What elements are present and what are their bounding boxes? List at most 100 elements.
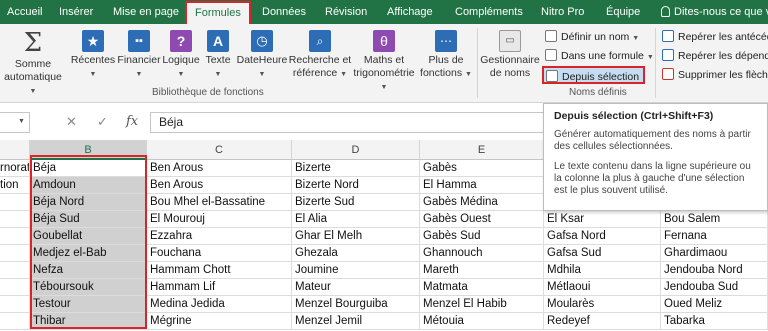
trace-dependents-button[interactable]: Repérer les dépenda xyxy=(662,47,768,65)
grid-cell[interactable]: Menzel El Habib xyxy=(420,296,544,313)
grid-cell[interactable]: Goubellat xyxy=(30,228,147,245)
grid-cell[interactable]: Thibar xyxy=(30,313,147,330)
grid-cell[interactable]: Nefza xyxy=(30,262,147,279)
grid-cell[interactable] xyxy=(0,313,30,330)
tab-complements[interactable]: Compléments xyxy=(455,0,523,24)
grid-cell[interactable]: Ghezala xyxy=(292,245,420,262)
grid-cell[interactable]: Téboursouk xyxy=(30,279,147,296)
tab-donnees[interactable]: Données xyxy=(262,0,306,24)
grid-cell[interactable]: Gabès Sud xyxy=(420,228,544,245)
logical-functions-button[interactable]: ? Logique ▼ xyxy=(160,30,202,81)
grid-cell[interactable]: Métlaoui xyxy=(544,279,661,296)
column-header-a[interactable] xyxy=(0,140,30,160)
grid-cell[interactable]: Hammam Chott xyxy=(147,262,292,279)
more-functions-button[interactable]: ⋯ Plus de fonctions ▼ xyxy=(420,30,472,81)
grid-cell[interactable]: Bizerte Nord xyxy=(292,177,420,194)
grid-cell[interactable]: Tabarka xyxy=(661,313,768,330)
column-header-c[interactable]: C xyxy=(147,140,292,160)
grid-cell[interactable]: Gafsa Nord xyxy=(544,228,661,245)
grid-cell[interactable]: Bizerte Sud xyxy=(292,194,420,211)
grid-cell[interactable]: Ghannouch xyxy=(420,245,544,262)
grid-cell[interactable] xyxy=(0,262,30,279)
name-box[interactable] xyxy=(0,112,30,133)
cancel-icon[interactable]: ✕ xyxy=(66,114,77,130)
grid-cell[interactable]: Béja Nord xyxy=(30,194,147,211)
grid-cell[interactable]: Béja Sud xyxy=(30,211,147,228)
grid-cell[interactable]: Bou Salem xyxy=(661,211,768,228)
grid-cell[interactable]: Mégrine xyxy=(147,313,292,330)
grid-cell[interactable]: Bou Mhel el-Bassatine xyxy=(147,194,292,211)
grid-cell[interactable]: Fernana xyxy=(661,228,768,245)
grid-cell[interactable]: Oued Meliz xyxy=(661,296,768,313)
tab-formules[interactable]: Formules xyxy=(185,1,251,26)
grid-cell[interactable]: Matmata xyxy=(420,279,544,296)
tab-mise-en-page[interactable]: Mise en page xyxy=(113,0,179,24)
grid-cell[interactable]: Hammam Lif xyxy=(147,279,292,296)
grid-cell[interactable]: Menzel Bourguiba xyxy=(292,296,420,313)
grid-cell[interactable]: Redeyef xyxy=(544,313,661,330)
grid-cell[interactable]: Joumine xyxy=(292,262,420,279)
tab-inserer[interactable]: Insérer xyxy=(59,0,93,24)
trace-precedents-button[interactable]: Repérer les antécéd xyxy=(662,28,768,46)
tab-accueil[interactable]: Accueil xyxy=(7,0,42,24)
column-header-e[interactable]: E xyxy=(420,140,544,160)
grid-cell[interactable]: El Hamma xyxy=(420,177,544,194)
grid-cell[interactable]: Ghar El Melh xyxy=(292,228,420,245)
grid-cell[interactable]: Mareth xyxy=(420,262,544,279)
grid-cell[interactable] xyxy=(0,279,30,296)
financial-functions-button[interactable]: ▪▪ Financier ▼ xyxy=(114,30,164,81)
grid-cell[interactable]: Gafsa Sud xyxy=(544,245,661,262)
create-from-selection-button[interactable]: Depuis sélection xyxy=(542,66,646,84)
grid-cell[interactable]: Gabès Ouest xyxy=(420,211,544,228)
grid-cell[interactable]: Fouchana xyxy=(147,245,292,262)
grid-cell[interactable]: Ghardimaou xyxy=(661,245,768,262)
grid-cell[interactable]: El Mourouj xyxy=(147,211,292,228)
tell-me-box[interactable]: Dites-nous ce que vo xyxy=(661,0,768,24)
grid-cell[interactable]: Mdhila xyxy=(544,262,661,279)
datetime-functions-button[interactable]: ◷ DateHeure ▼ xyxy=(236,30,288,81)
grid-cell[interactable] xyxy=(0,296,30,313)
name-manager-button[interactable]: ▭ Gestionnaire de noms xyxy=(480,30,540,80)
grid-cell[interactable]: tion xyxy=(0,177,30,194)
grid-cell[interactable]: Gabès xyxy=(420,160,544,177)
grid-cell[interactable] xyxy=(0,228,30,245)
grid-cell[interactable]: Moularès xyxy=(544,296,661,313)
grid-cell[interactable]: Testour xyxy=(30,296,147,313)
tab-revision[interactable]: Révision xyxy=(325,0,367,24)
chevron-down-icon[interactable]: ▼ xyxy=(18,118,25,125)
grid-cell[interactable]: Menzel Jemil xyxy=(292,313,420,330)
text-functions-button[interactable]: A Texte ▼ xyxy=(202,30,234,81)
use-in-formula-button[interactable]: Dans une formule ▼ xyxy=(545,47,654,65)
define-name-button[interactable]: Définir un nom ▼ xyxy=(545,28,639,46)
grid-cell[interactable]: Jendouba Nord xyxy=(661,262,768,279)
grid-cell[interactable]: Amdoun xyxy=(30,177,147,194)
grid-cell[interactable]: Métouia xyxy=(420,313,544,330)
grid-cell[interactable]: Ezzahra xyxy=(147,228,292,245)
grid-cell[interactable]: Medjez el-Bab xyxy=(30,245,147,262)
grid-cell[interactable]: Ben Arous xyxy=(147,177,292,194)
lookup-reference-button[interactable]: ⌕ Recherche et référence ▼ xyxy=(288,30,352,81)
grid-cell[interactable]: Bizerte xyxy=(292,160,420,177)
autosum-button[interactable]: Σ Somme automatique ▼ xyxy=(4,30,62,98)
grid-cell[interactable]: Jendouba Sud xyxy=(661,279,768,296)
tab-affichage[interactable]: Affichage xyxy=(387,0,433,24)
grid-cell[interactable] xyxy=(0,211,30,228)
grid-cell[interactable]: El Alia xyxy=(292,211,420,228)
grid-cell[interactable] xyxy=(0,194,30,211)
column-header-b[interactable]: B xyxy=(30,140,147,160)
grid-cell[interactable]: Ben Arous xyxy=(147,160,292,177)
enter-icon[interactable]: ✓ xyxy=(97,114,108,130)
math-trig-button[interactable]: θ Maths et trigonométrie ▼ xyxy=(350,30,418,94)
insert-function-icon[interactable]: fx xyxy=(126,114,138,129)
grid-cell[interactable]: Béja xyxy=(30,160,147,177)
grid-cell[interactable]: Mateur xyxy=(292,279,420,296)
grid-cell[interactable]: El Ksar xyxy=(544,211,661,228)
remove-arrows-button[interactable]: Supprimer les flèch xyxy=(662,66,768,84)
grid-cell[interactable]: Gabès Médina xyxy=(420,194,544,211)
grid-cell[interactable] xyxy=(0,245,30,262)
grid-cell[interactable]: rnorat xyxy=(0,160,30,177)
column-header-d[interactable]: D xyxy=(292,140,420,160)
grid-cell[interactable]: Medina Jedida xyxy=(147,296,292,313)
tab-equipe[interactable]: Équipe xyxy=(606,0,640,24)
recent-functions-button[interactable]: ★ Récentes ▼ xyxy=(68,30,118,81)
